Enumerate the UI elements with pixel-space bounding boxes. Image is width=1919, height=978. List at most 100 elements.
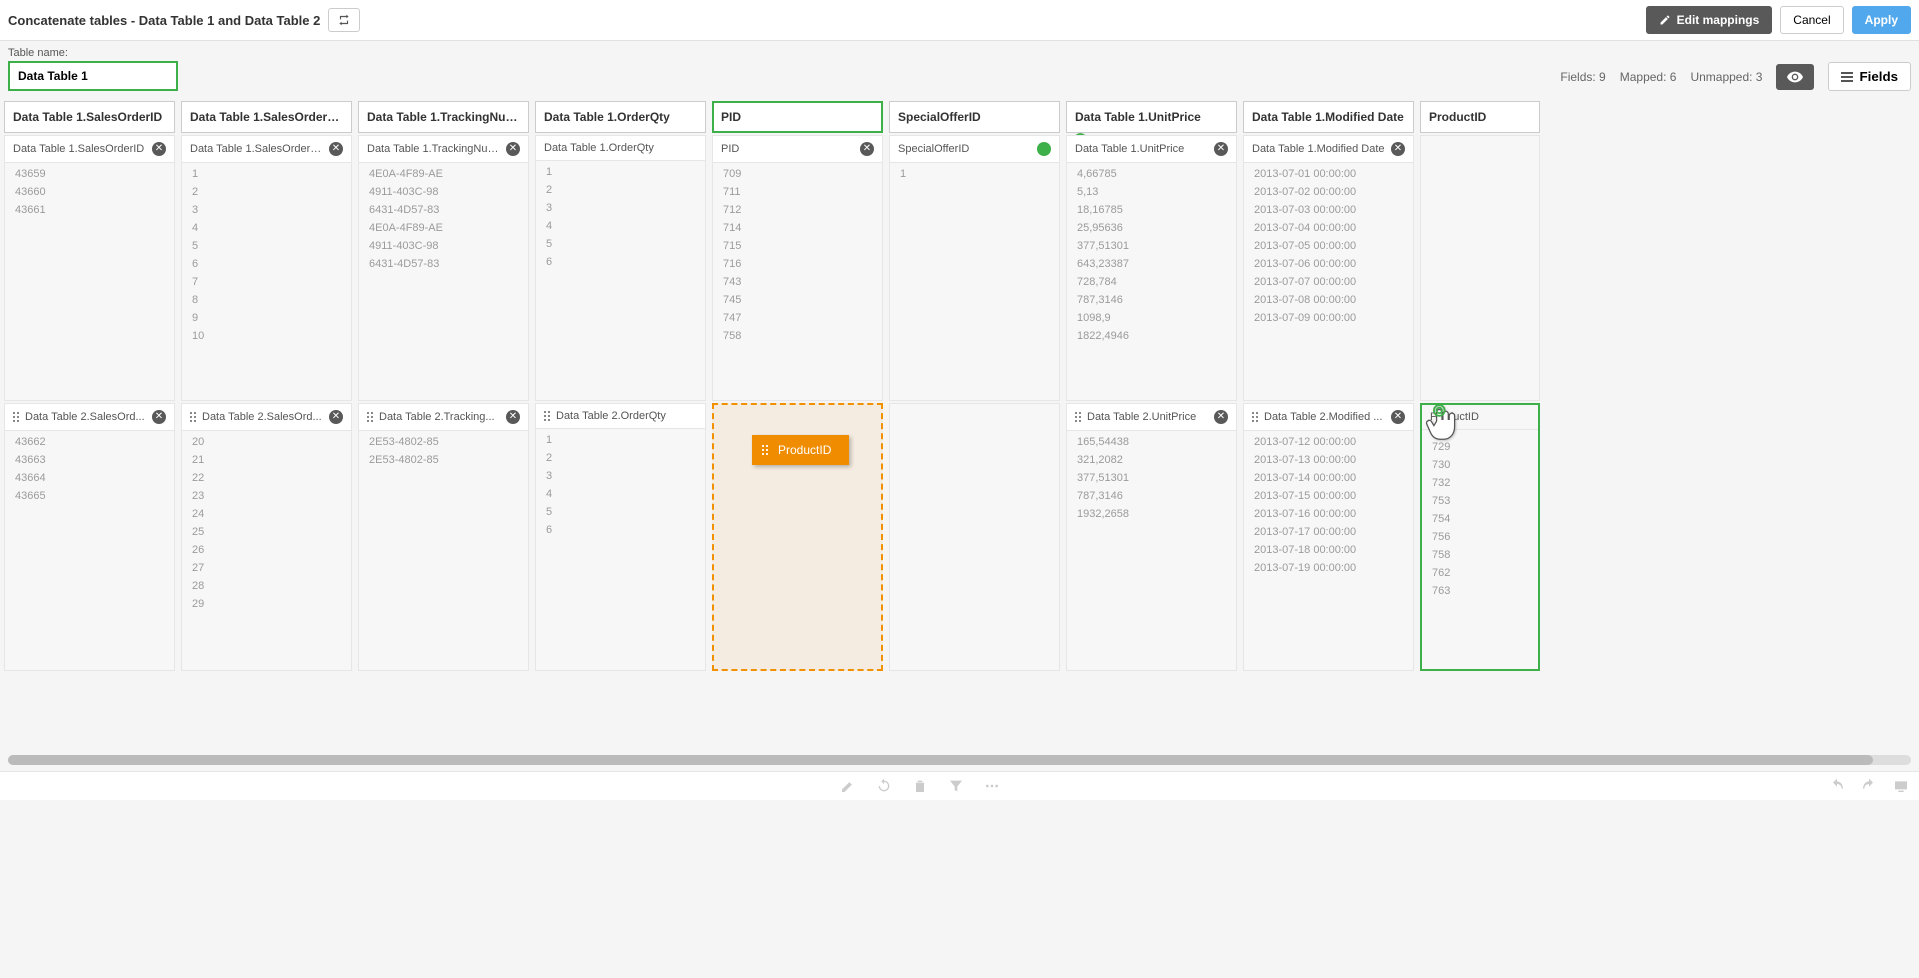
data-cell: 711 [713, 183, 882, 201]
close-icon[interactable]: ✕ [1214, 410, 1228, 424]
source-field-label: Data Table 1.SalesOrderD... [190, 143, 323, 155]
source-field-bar[interactable]: Data Table 1.UnitPrice✕ [1067, 136, 1236, 163]
source-field-bar[interactable]: PID✕ [713, 136, 882, 163]
source-field-label: SpecialOfferID [898, 143, 1031, 155]
trash-icon[interactable] [912, 778, 928, 794]
source-field-bar[interactable]: Data Table 1.TrackingNum...✕ [359, 136, 528, 163]
swap-tables-button[interactable] [328, 8, 360, 32]
data-cell: 747 [713, 309, 882, 327]
column-header[interactable]: Data Table 1.OrderQty [535, 101, 706, 133]
data-cell: 712 [713, 201, 882, 219]
preview-toggle-button[interactable] [1776, 64, 1814, 90]
drag-grip-icon[interactable] [13, 412, 19, 422]
close-icon[interactable]: ✕ [1391, 142, 1405, 156]
undo-icon[interactable] [1829, 778, 1845, 794]
source-field-bar[interactable]: SpecialOfferID [890, 136, 1059, 163]
source-field-bar[interactable]: Data Table 1.Modified Date✕ [1244, 136, 1413, 163]
data-cell: 5 [536, 503, 705, 521]
data-cell: 43660 [5, 183, 174, 201]
data-cell: 2013-07-06 00:00:00 [1244, 255, 1413, 273]
apply-button[interactable]: Apply [1852, 6, 1911, 34]
data-cell: 743 [713, 273, 882, 291]
data-cell: 1 [536, 431, 705, 449]
column-header[interactable]: ProductID [1420, 101, 1540, 133]
source-field-bar[interactable]: Data Table 2.SalesOrd...✕ [182, 404, 351, 431]
table-name-input[interactable] [8, 61, 178, 91]
source-field-bar[interactable]: Data Table 2.Modified ...✕ [1244, 404, 1413, 431]
data-cell: 4 [536, 485, 705, 503]
column-header[interactable]: Data Table 1.SalesOrderID [4, 101, 175, 133]
edit-icon[interactable] [840, 778, 856, 794]
data-cell: 25 [182, 523, 351, 541]
data-cell: 2013-07-17 00:00:00 [1244, 523, 1413, 541]
list-icon [1841, 72, 1853, 82]
data-cell: 1822,4946 [1067, 327, 1236, 345]
columns-area: Data Table 1.SalesOrderIDData Table 1.Sa… [0, 101, 1919, 675]
source-field-bar[interactable]: Data Table 1.OrderQty [536, 136, 705, 161]
drag-grip-icon[interactable] [1252, 412, 1258, 422]
horizontal-scrollbar[interactable] [8, 755, 1911, 765]
lower-data-block[interactable]: ProductID729730732753754756758762763 [1420, 403, 1540, 671]
close-icon[interactable]: ✕ [152, 410, 166, 424]
more-icon[interactable] [984, 778, 1000, 794]
close-icon[interactable]: ✕ [152, 142, 166, 156]
data-rows: 4,667855,1318,1678525,95636377,51301643,… [1067, 163, 1236, 347]
source-field-bar[interactable]: ProductID [1422, 405, 1538, 430]
data-cell: 377,51301 [1067, 469, 1236, 487]
drag-grip-icon[interactable] [544, 411, 550, 421]
cancel-button[interactable]: Cancel [1780, 6, 1843, 34]
column-header[interactable]: Data Table 1.TrackingNumber [358, 101, 529, 133]
data-cell: 20 [182, 433, 351, 451]
data-cell: 25,95636 [1067, 219, 1236, 237]
source-field-bar[interactable]: Data Table 1.SalesOrderD... ✕ [182, 136, 351, 163]
data-cell: 43659 [5, 165, 174, 183]
close-icon[interactable]: ✕ [506, 410, 520, 424]
edit-mappings-button[interactable]: Edit mappings [1646, 6, 1773, 34]
drag-grip-icon[interactable] [367, 412, 373, 422]
scrollbar-thumb[interactable] [8, 755, 1873, 765]
screen-icon[interactable] [1893, 778, 1909, 794]
source-field-bar[interactable]: Data Table 2.SalesOrd... ✕ [5, 404, 174, 431]
table-name-label: Table name: [8, 47, 178, 59]
source-field-bar[interactable]: Data Table 2.Tracking... ✕ [359, 404, 528, 431]
drag-grip-icon[interactable] [1075, 412, 1081, 422]
source-field-bar[interactable]: Data Table 2.OrderQty [536, 404, 705, 429]
close-icon[interactable]: ✕ [506, 142, 520, 156]
remove-mapping-icon[interactable] [1037, 142, 1051, 156]
data-rows: 43662436634366443665 [5, 431, 174, 507]
data-cell: 4E0A-4F89-AE [359, 165, 528, 183]
lower-data-block: Data Table 2.Tracking...✕2E53-4802-852E5… [358, 403, 529, 671]
data-cell: 6431-4D57-83 [359, 201, 528, 219]
close-icon[interactable]: ✕ [329, 410, 343, 424]
column-header[interactable]: PID [712, 101, 883, 133]
column-header[interactable]: Data Table 1.Modified Date [1243, 101, 1414, 133]
source-field-bar[interactable]: Data Table 2.UnitPrice✕ [1067, 404, 1236, 431]
upper-data-block: Data Table 1.SalesOrderID✕43659436604366… [4, 135, 175, 401]
close-icon[interactable]: ✕ [329, 142, 343, 156]
data-cell: 1 [536, 163, 705, 181]
column-header[interactable]: Data Table 1.SalesOrderDeta... [181, 101, 352, 133]
drop-zone[interactable]: ProductID [712, 403, 883, 671]
source-field-label: Data Table 2.Tracking... [379, 411, 500, 423]
pencil-icon [1659, 14, 1671, 26]
data-cell: 43662 [5, 433, 174, 451]
source-field-label: Data Table 2.SalesOrd... [25, 411, 146, 423]
data-cell: 643,23387 [1067, 255, 1236, 273]
filter-icon[interactable] [948, 778, 964, 794]
column-header[interactable]: Data Table 1.UnitPrice [1066, 101, 1237, 133]
close-icon[interactable]: ✕ [1214, 142, 1228, 156]
drag-grip-icon[interactable] [190, 412, 196, 422]
fields-button[interactable]: Fields [1828, 62, 1911, 91]
data-rows: 436594366043661 [5, 163, 174, 221]
redo-icon[interactable] [1861, 778, 1877, 794]
close-icon[interactable]: ✕ [860, 142, 874, 156]
drag-chip[interactable]: ProductID [752, 435, 849, 465]
table-name-wrap: Table name: [8, 47, 178, 91]
data-cell: 2013-07-05 00:00:00 [1244, 237, 1413, 255]
data-cell: 8 [182, 291, 351, 309]
eye-icon [1787, 71, 1803, 83]
close-icon[interactable]: ✕ [1391, 410, 1405, 424]
column-header[interactable]: SpecialOfferID [889, 101, 1060, 133]
refresh-icon[interactable] [876, 778, 892, 794]
source-field-bar[interactable]: Data Table 1.SalesOrderID✕ [5, 136, 174, 163]
